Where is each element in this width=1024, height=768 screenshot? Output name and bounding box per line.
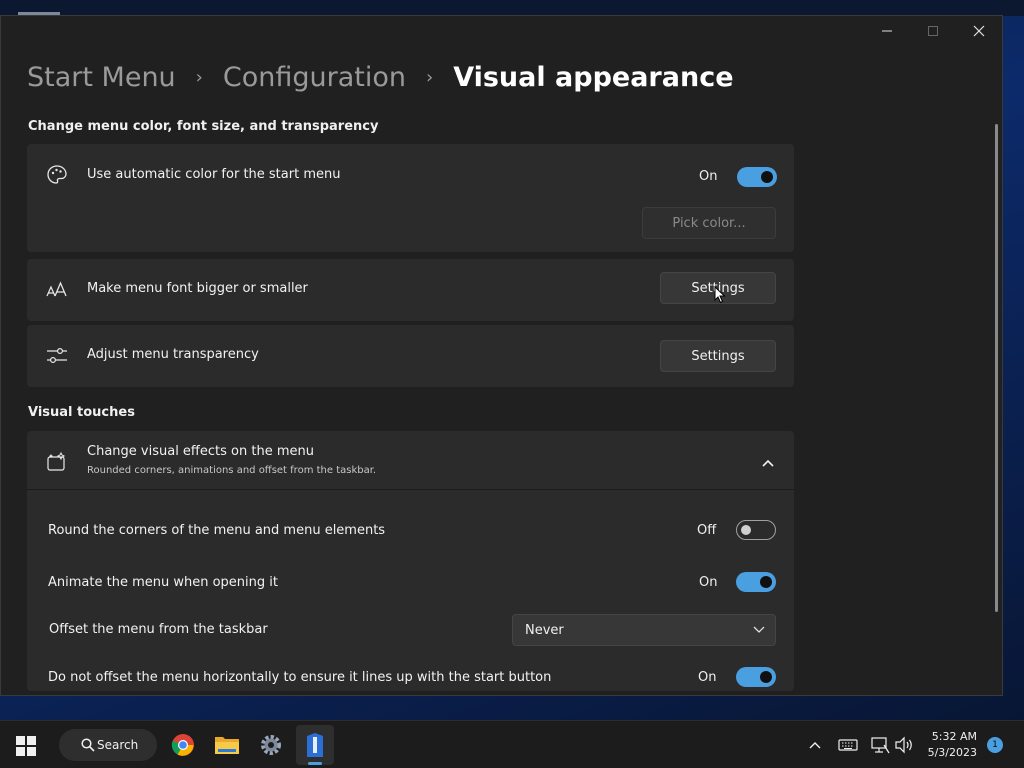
visual-effects-label: Change visual effects on the menu	[87, 444, 314, 459]
keyboard-icon[interactable]	[838, 737, 858, 753]
breadcrumb-visual-appearance: Visual appearance	[453, 62, 734, 93]
mouse-cursor-icon	[714, 285, 726, 308]
offset-menu-selected: Never	[525, 622, 564, 638]
transparency-card: Adjust menu transparency Settings	[27, 325, 794, 387]
animate-menu-toggle[interactable]	[736, 572, 776, 592]
clock[interactable]: 5:32 AM 5/3/2023	[928, 729, 977, 761]
breadcrumb-start-menu[interactable]: Start Menu	[27, 62, 176, 93]
maximize-icon[interactable]	[910, 16, 956, 46]
no-horizontal-offset-label: Do not offset the menu horizontally to e…	[48, 670, 552, 685]
section-title-visual-touches: Visual touches	[28, 405, 135, 420]
chevron-down-icon	[753, 623, 765, 636]
animate-menu-label: Animate the menu when opening it	[48, 575, 278, 590]
transparency-label: Adjust menu transparency	[87, 347, 259, 362]
animate-menu-state: On	[699, 575, 718, 590]
chevron-up-icon[interactable]	[808, 739, 822, 751]
no-horizontal-offset-state: On	[698, 670, 717, 685]
breadcrumb-separator: ›	[425, 67, 434, 88]
settings-icon[interactable]	[259, 733, 283, 757]
desktop-wallpaper	[0, 0, 1024, 16]
clock-date: 5/3/2023	[927, 746, 977, 759]
settings-window: Start Menu › Configuration › Visual appe…	[0, 15, 1003, 696]
network-icon[interactable]	[870, 736, 890, 754]
toggle-knob	[761, 171, 773, 183]
app-icon[interactable]	[296, 725, 334, 765]
no-horizontal-offset-toggle[interactable]	[736, 667, 776, 687]
offset-menu-dropdown[interactable]: Never	[512, 614, 776, 646]
toggle-knob	[760, 671, 772, 683]
font-size-card: Make menu font bigger or smaller Setting…	[27, 259, 794, 321]
section-title-appearance: Change menu color, font size, and transp…	[28, 119, 379, 134]
effects-icon	[46, 450, 68, 472]
toggle-knob	[760, 576, 772, 588]
minimize-icon[interactable]	[864, 16, 910, 46]
close-icon[interactable]	[956, 16, 1002, 46]
divider	[27, 489, 794, 490]
auto-color-card: Use automatic color for the start menu O…	[27, 144, 794, 252]
visual-effects-card: Change visual effects on the menu Rounde…	[27, 431, 794, 691]
pick-color-button[interactable]: Pick color...	[642, 207, 776, 239]
volume-icon[interactable]	[894, 736, 914, 754]
round-corners-label: Round the corners of the menu and menu e…	[48, 523, 386, 538]
breadcrumb-configuration[interactable]: Configuration	[223, 62, 406, 93]
file-explorer-icon[interactable]	[214, 733, 240, 757]
scrollbar[interactable]	[995, 124, 998, 612]
sliders-icon	[46, 345, 68, 367]
search-label: Search	[97, 738, 139, 752]
round-corners-toggle[interactable]	[736, 520, 776, 540]
font-size-icon	[46, 279, 68, 301]
taskbar-search[interactable]: Search	[59, 729, 157, 761]
auto-color-state: On	[699, 169, 718, 184]
chevron-up-icon[interactable]	[761, 453, 775, 472]
offset-menu-label: Offset the menu from the taskbar	[49, 622, 268, 637]
breadcrumb-separator: ›	[195, 67, 203, 88]
chrome-icon[interactable]	[171, 733, 195, 757]
toggle-knob	[741, 525, 751, 535]
font-size-label: Make menu font bigger or smaller	[87, 281, 308, 296]
caption-buttons	[864, 16, 1002, 46]
round-corners-state: Off	[697, 523, 717, 538]
clock-time: 5:32 AM	[931, 730, 977, 743]
visual-effects-header[interactable]: Change visual effects on the menu Rounde…	[27, 431, 794, 489]
auto-color-toggle[interactable]	[737, 167, 777, 187]
transparency-settings-button[interactable]: Settings	[660, 340, 776, 372]
breadcrumb: Start Menu › Configuration › Visual appe…	[27, 62, 734, 93]
active-app-indicator	[308, 762, 322, 765]
notification-badge[interactable]: 1	[987, 737, 1003, 753]
search-icon	[81, 738, 95, 755]
palette-icon	[46, 164, 68, 186]
taskbar: Search 5:32 AM 5/3/2023 1	[0, 720, 1024, 768]
start-icon[interactable]	[15, 735, 37, 757]
auto-color-label: Use automatic color for the start menu	[87, 167, 341, 182]
visual-effects-sublabel: Rounded corners, animations and offset f…	[87, 465, 377, 476]
